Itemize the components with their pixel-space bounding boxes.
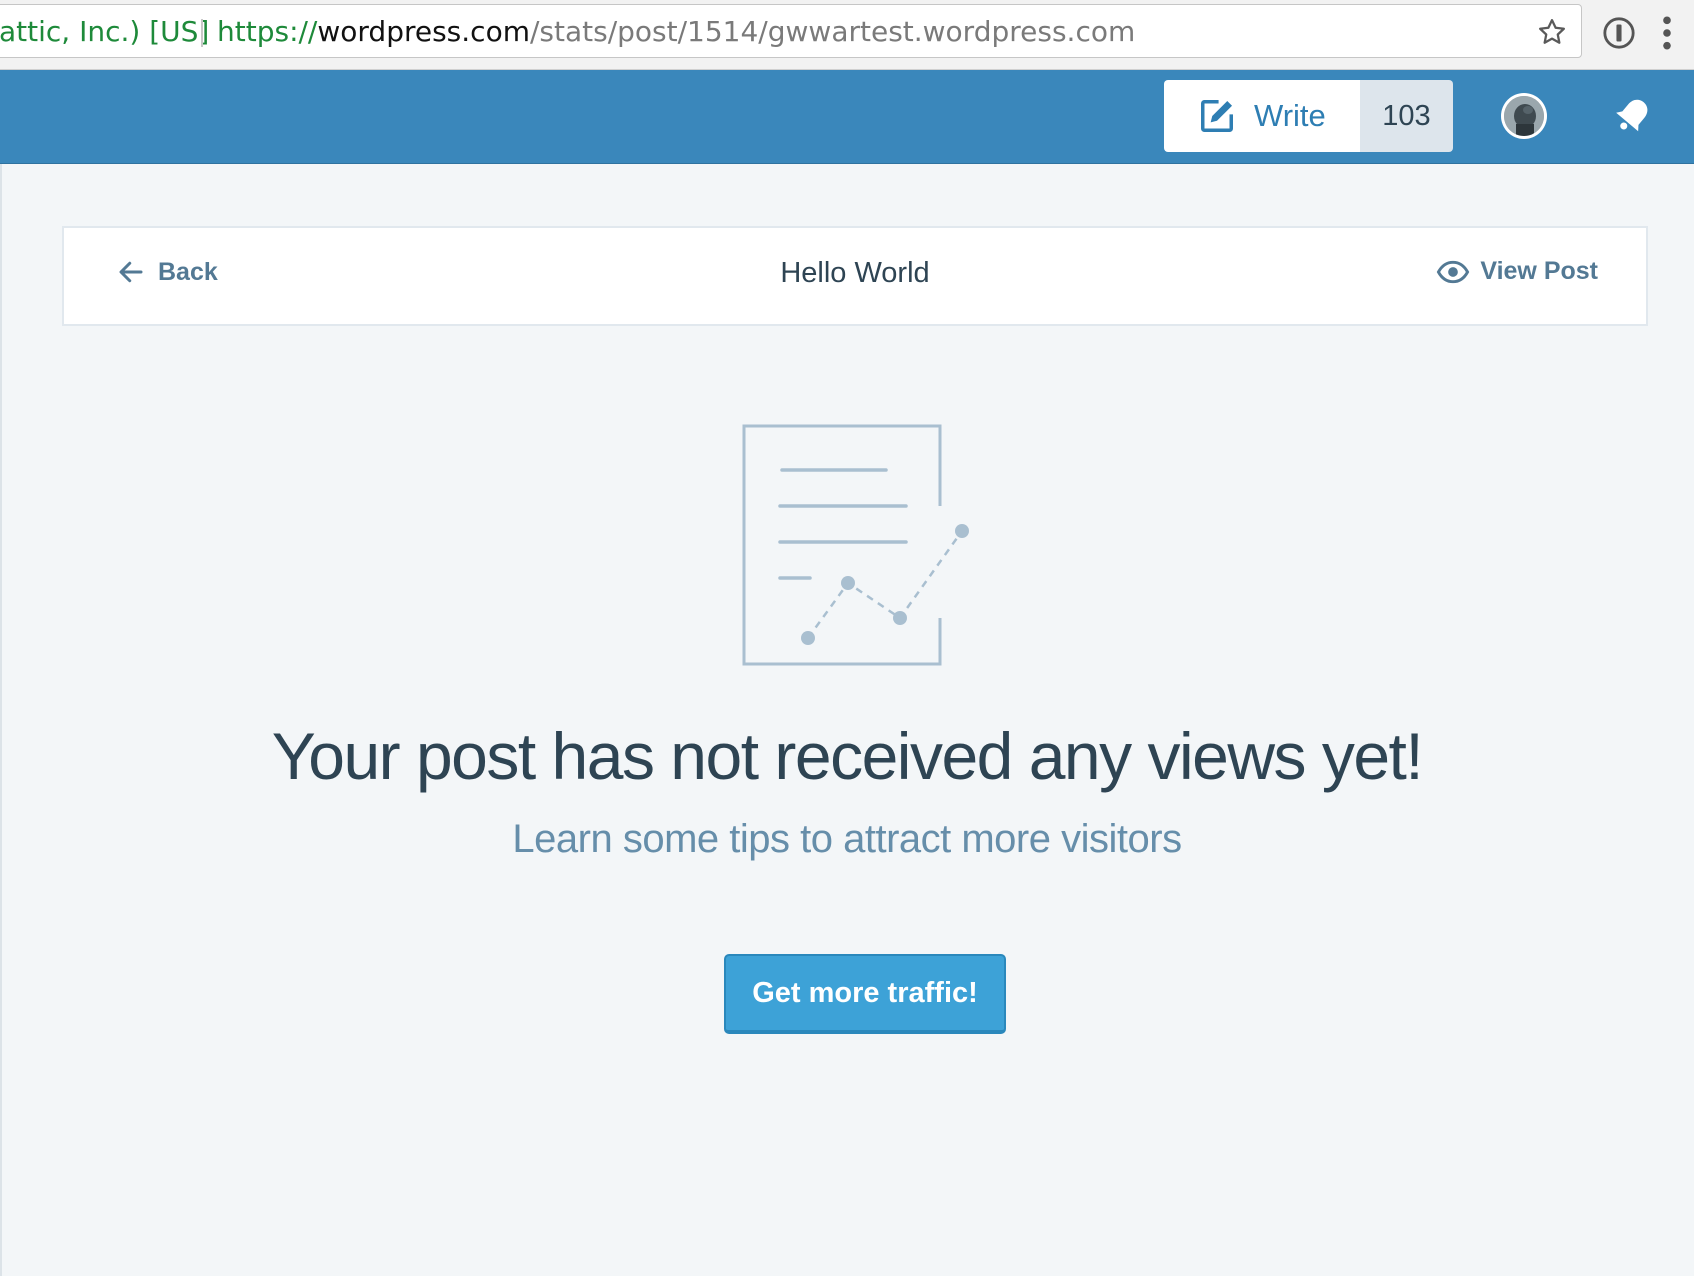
masterbar: Write 103	[0, 70, 1694, 164]
notifications-bell-icon[interactable]	[1612, 94, 1654, 136]
avatar[interactable]	[1501, 93, 1547, 139]
bookmark-star-icon[interactable]	[1537, 17, 1567, 47]
empty-state-title: Your post has not received any views yet…	[271, 719, 1424, 793]
avatar-image	[1504, 96, 1544, 136]
drafts-count-button[interactable]: 103	[1360, 80, 1453, 152]
eye-icon	[1437, 260, 1470, 283]
write-button-group: Write 103	[1164, 80, 1453, 152]
back-button[interactable]: Back	[116, 257, 218, 287]
back-label: Back	[158, 257, 218, 286]
view-post-button[interactable]: View Post	[1436, 257, 1598, 286]
arrow-left-icon	[119, 261, 143, 283]
write-button[interactable]: Write	[1164, 80, 1360, 152]
url-scheme: https://	[217, 15, 318, 48]
get-more-traffic-button[interactable]: Get more traffic!	[724, 954, 1006, 1034]
empty-state-subtitle: Learn some tips to attract more visitors	[512, 817, 1182, 861]
extension-info-icon[interactable]	[1602, 16, 1636, 50]
address-separator	[201, 19, 203, 47]
post-stats-illustration	[742, 424, 969, 666]
browser-toolbar: attic, Inc.) [US] https://wordpress.com/…	[0, 0, 1694, 70]
url-path: /stats/post/1514/gwwartest.wordpress.com	[529, 15, 1136, 48]
url-text[interactable]: https://wordpress.com/stats/post/1514/gw…	[217, 5, 1136, 57]
stats-post-header: Back Hello World View Post	[62, 226, 1648, 326]
write-label: Write	[1254, 98, 1326, 133]
certificate-label[interactable]: attic, Inc.) [US]	[0, 5, 209, 57]
page-title: Hello World	[780, 257, 930, 289]
avatar-photo-icon	[1504, 96, 1544, 136]
edit-post-icon	[1201, 100, 1233, 132]
view-post-label: View Post	[1480, 257, 1598, 285]
address-bar[interactable]: attic, Inc.) [US] https://wordpress.com/…	[0, 4, 1582, 58]
url-host: wordpress.com	[317, 15, 530, 48]
browser-menu-icon[interactable]	[1660, 14, 1674, 52]
